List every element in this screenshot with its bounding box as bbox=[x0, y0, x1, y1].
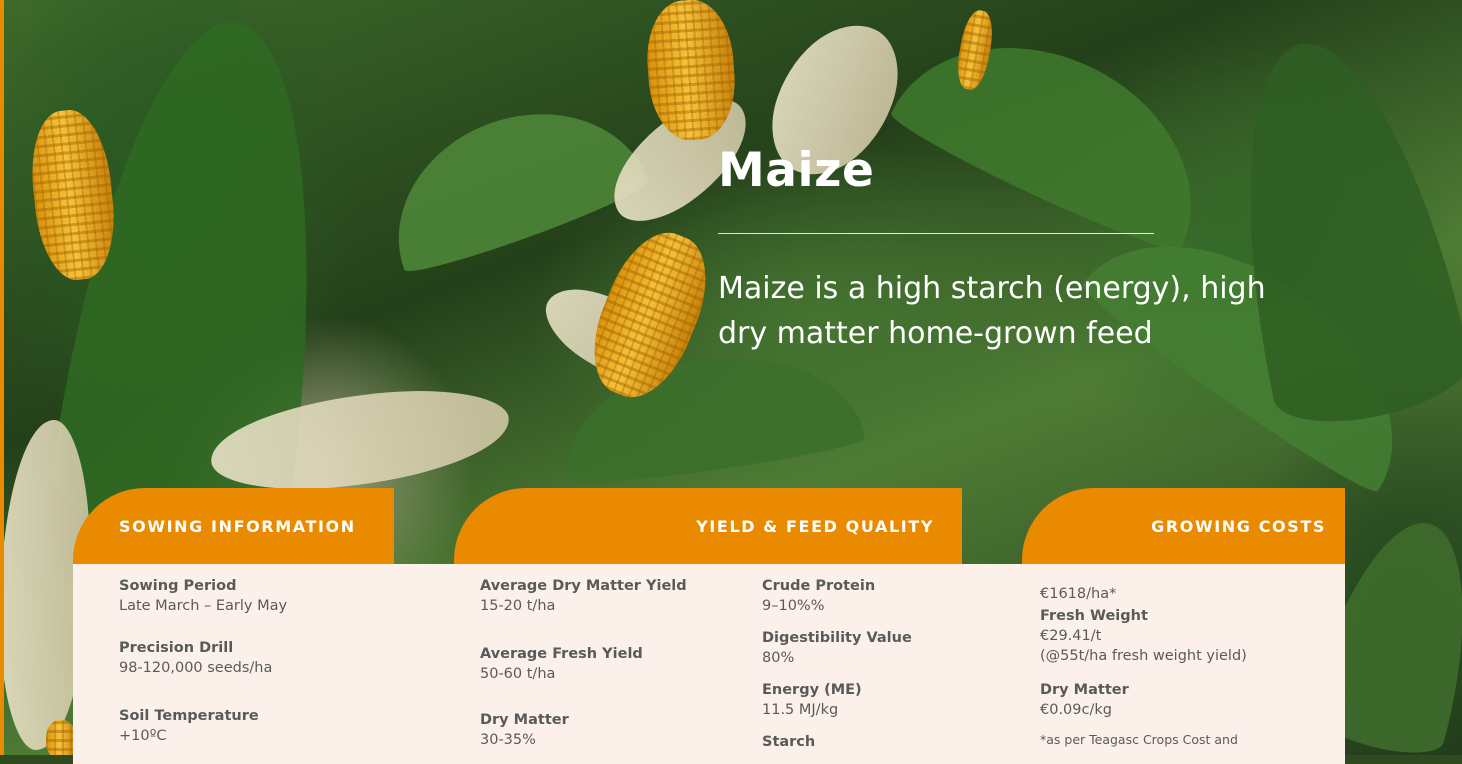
precision-drill-label: Precision Drill bbox=[119, 640, 234, 656]
soil-temperature-item: Soil Temperature +10ºC bbox=[119, 706, 259, 746]
yield-feed-quality-card: YIELD & FEED QUALITY Average Dry Matter … bbox=[394, 488, 1024, 764]
sowing-information-tab: SOWING INFORMATION bbox=[73, 488, 394, 564]
page-title: Maize bbox=[718, 143, 875, 198]
dry-matter-cost-value: €0.09c/kg bbox=[1040, 702, 1112, 718]
fresh-weight-item: Fresh Weight €29.41/t (@55t/ha fresh wei… bbox=[1040, 606, 1247, 666]
starch-label: Starch bbox=[762, 734, 816, 750]
dry-matter-cost-item: Dry Matter €0.09c/kg bbox=[1040, 680, 1129, 720]
sowing-period-value: Late March – Early May bbox=[119, 598, 288, 614]
yield-feed-quality-tab: YIELD & FEED QUALITY bbox=[454, 488, 962, 564]
dry-matter-item: Dry Matter 30-35% bbox=[480, 710, 569, 750]
fresh-weight-label: Fresh Weight bbox=[1040, 608, 1148, 624]
fresh-weight-note: (@55t/ha fresh weight yield) bbox=[1040, 648, 1247, 664]
avg-dry-matter-yield-item: Average Dry Matter Yield 15-20 t/ha bbox=[480, 576, 687, 616]
avg-dry-matter-yield-label: Average Dry Matter Yield bbox=[480, 578, 687, 594]
sowing-period-item: Sowing Period Late March – Early May bbox=[119, 576, 287, 616]
fresh-weight-value: €29.41/t bbox=[1040, 628, 1102, 644]
cost-per-hectare-item: €1618/ha* bbox=[1040, 584, 1116, 604]
energy-me-item: Energy (ME) 11.5 MJ/kg bbox=[762, 680, 862, 720]
cost-footnote: *as per Teagasc Crops Cost and bbox=[1040, 732, 1238, 747]
growing-costs-heading: GROWING COSTS bbox=[1151, 516, 1326, 536]
sowing-information-heading: SOWING INFORMATION bbox=[119, 516, 356, 536]
growing-costs-card: GROWING COSTS €1618/ha* Fresh Weight €29… bbox=[1002, 488, 1345, 764]
cost-per-hectare-value: €1618/ha* bbox=[1040, 586, 1117, 602]
soil-temperature-label: Soil Temperature bbox=[119, 708, 259, 724]
avg-dry-matter-yield-value: 15-20 t/ha bbox=[480, 598, 556, 614]
precision-drill-item: Precision Drill 98-120,000 seeds/ha bbox=[119, 638, 272, 678]
yield-feed-quality-panel: Average Dry Matter Yield 15-20 t/ha Aver… bbox=[394, 564, 1024, 764]
starch-item: Starch bbox=[762, 732, 815, 752]
energy-me-label: Energy (ME) bbox=[762, 682, 862, 698]
sowing-information-card: SOWING INFORMATION Sowing Period Late Ma… bbox=[73, 488, 453, 764]
precision-drill-value: 98-120,000 seeds/ha bbox=[119, 660, 273, 676]
page-subtitle: Maize is a high starch (energy), high dr… bbox=[718, 271, 1266, 351]
avg-fresh-yield-value: 50-60 t/ha bbox=[480, 666, 556, 682]
dry-matter-value: 30-35% bbox=[480, 732, 536, 748]
digestibility-value-value: 80% bbox=[762, 650, 795, 666]
title-divider bbox=[718, 233, 1154, 234]
dry-matter-cost-label: Dry Matter bbox=[1040, 682, 1129, 698]
sowing-period-label: Sowing Period bbox=[119, 578, 237, 594]
growing-costs-tab: GROWING COSTS bbox=[1022, 488, 1345, 564]
digestibility-value-item: Digestibility Value 80% bbox=[762, 628, 912, 668]
avg-fresh-yield-label: Average Fresh Yield bbox=[480, 646, 643, 662]
avg-fresh-yield-item: Average Fresh Yield 50-60 t/ha bbox=[480, 644, 643, 684]
growing-costs-panel: €1618/ha* Fresh Weight €29.41/t (@55t/ha… bbox=[1002, 564, 1345, 764]
yield-feed-quality-heading: YIELD & FEED QUALITY bbox=[696, 516, 934, 536]
crude-protein-item: Crude Protein 9–10%% bbox=[762, 576, 875, 616]
digestibility-value-label: Digestibility Value bbox=[762, 630, 912, 646]
crude-protein-label: Crude Protein bbox=[762, 578, 876, 594]
soil-temperature-value: +10ºC bbox=[119, 728, 167, 744]
crude-protein-value: 9–10%% bbox=[762, 598, 825, 614]
dry-matter-label: Dry Matter bbox=[480, 712, 569, 728]
energy-me-value: 11.5 MJ/kg bbox=[762, 702, 839, 718]
left-accent-edge bbox=[0, 0, 4, 755]
